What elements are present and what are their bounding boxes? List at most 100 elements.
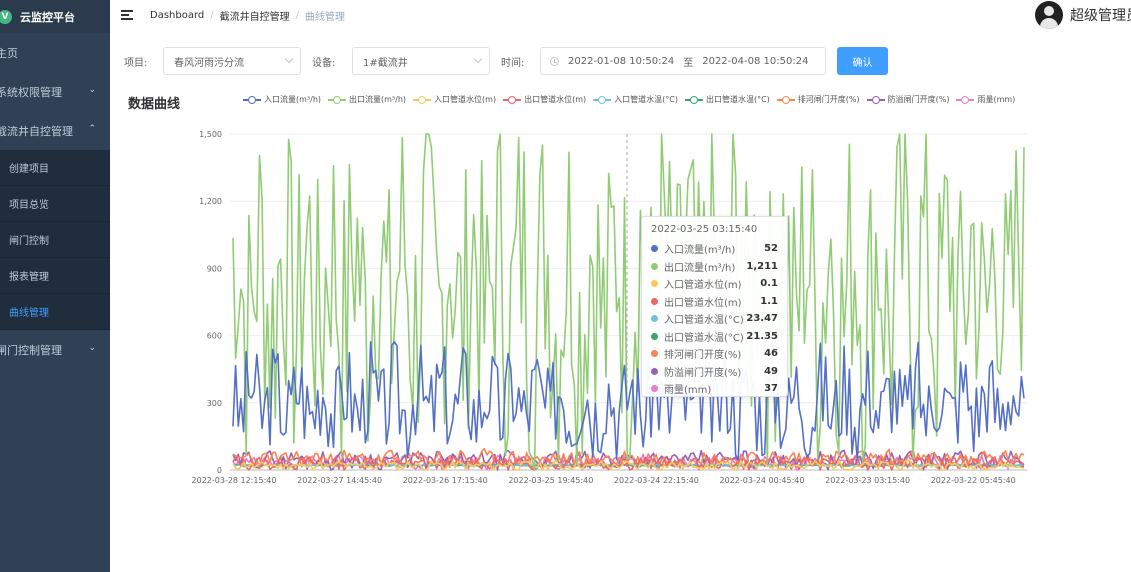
chevron-down-icon: ⌄	[88, 343, 96, 353]
hamburger-icon[interactable]	[121, 10, 133, 20]
tooltip-series-name: 出口管道水温(°C)	[664, 332, 744, 344]
tooltip-value: 1,211	[746, 260, 778, 272]
device-select[interactable]: 1#截流井	[352, 47, 490, 75]
tooltip-dot	[651, 262, 658, 270]
user-menu[interactable]: 超级管理员	[1035, 0, 1131, 30]
y-tick-label: 1,500	[199, 130, 222, 139]
submenu: 创建项目 项目总览 闸门控制 报表管理 曲线管理	[0, 150, 110, 330]
logo[interactable]: V 云监控平台	[0, 0, 110, 33]
sidebar-item-label: 系统权限管理	[0, 85, 62, 99]
device-select-value: 1#截流井	[363, 57, 408, 69]
tooltip-dot	[651, 332, 658, 340]
sidebar-item-permissions[interactable]: 系统权限管理 ⌄	[0, 72, 110, 111]
range-separator: 至	[683, 57, 694, 69]
tooltip-series-name: 出口管道水位(m)	[664, 297, 742, 309]
breadcrumb-item-current: 曲线管理	[305, 11, 346, 23]
sidebar-item-label: 截流井自控管理	[0, 124, 73, 138]
tooltip-row: 入口管道水位(m) 0.1	[651, 275, 778, 293]
sidebar-item-interception-control[interactable]: 截流井自控管理 ⌃	[0, 111, 110, 150]
tooltip-value: 37	[764, 383, 778, 395]
app-title: 云监控平台	[20, 10, 75, 24]
tooltip-value: 0.1	[760, 278, 778, 290]
sidebar-item-label: 主页	[0, 46, 18, 60]
username[interactable]: 超级管理员	[1070, 5, 1131, 25]
sidebar-item-label: 闸门控制管理	[0, 343, 62, 357]
x-tick-label: 2022-03-27 14:45:40	[297, 476, 382, 485]
breadcrumb-item-dashboard[interactable]: Dashboard	[150, 10, 204, 21]
tooltip-dot	[651, 280, 658, 288]
tooltip-row: 入口流量(m³/h) 52	[651, 240, 778, 258]
x-tick-label: 2022-03-25 19:45:40	[508, 476, 593, 485]
tooltip-dot	[651, 367, 658, 375]
tooltip-dot	[651, 385, 658, 393]
x-tick-label: 2022-03-22 05:45:40	[931, 476, 1016, 485]
project-select-value: 春风河雨污分流	[174, 57, 244, 69]
x-tick-label: 2022-03-23 03:15:40	[825, 476, 910, 485]
confirm-button[interactable]: 确认	[837, 47, 888, 75]
tooltip-series-name: 出口流量(m³/h)	[664, 262, 736, 274]
tooltip-time: 2022-03-25 03:15:40	[651, 224, 758, 235]
sidebar-item-home[interactable]: 主页	[0, 33, 110, 72]
tooltip-row: 出口管道水位(m) 1.1	[651, 293, 778, 311]
x-tick-label: 2022-03-24 00:45:40	[720, 476, 805, 485]
line-chart[interactable]: 0 300 600 900 1,200 1,500 2022-03-28 12:15:40 2…	[110, 88, 1131, 498]
chart-tooltip: 2022-03-25 03:15:40 入口流量(m³/h) 52 出口流量(m³/…	[641, 216, 788, 397]
x-tick-label: 2022-03-26 17:15:40	[403, 476, 488, 485]
tooltip-row: 防溢闸门开度(%) 49	[651, 363, 778, 381]
sidebar-item-gate-management[interactable]: 闸门控制管理 ⌄	[0, 330, 110, 369]
date-range-picker[interactable]: 2022-01-08 10:50:24 至 2022-04-08 10:50:2…	[540, 47, 826, 75]
project-label: 项目:	[124, 58, 148, 69]
chevron-up-icon: ⌃	[88, 124, 96, 134]
filter-bar: 项目: 春风河雨污分流 设备: 1#截流井 时间: 2022-01-08 10:…	[110, 47, 1131, 75]
chevron-down-icon	[284, 54, 294, 64]
navbar: Dashboard / 截流井自控管理 / 曲线管理 超级管理员	[110, 0, 1131, 30]
logo-icon: V	[0, 9, 12, 24]
tooltip-series-name: 入口流量(m³/h)	[664, 245, 736, 257]
y-tick-label: 0	[217, 466, 222, 475]
tooltip-dot	[651, 350, 658, 358]
sidebar-item-gate-control[interactable]: 闸门控制	[0, 222, 110, 258]
breadcrumb-separator: /	[210, 9, 214, 21]
tooltip-value: 49	[764, 365, 778, 377]
sidebar-item-curves[interactable]: 曲线管理	[0, 294, 110, 330]
y-tick-label: 600	[207, 332, 222, 341]
breadcrumb-item-interception[interactable]: 截流井自控管理	[220, 8, 290, 23]
sidebar-item-reports[interactable]: 报表管理	[0, 258, 110, 294]
tooltip-series-name: 排河闸门开度(%)	[664, 350, 742, 362]
tooltip-dot	[651, 297, 658, 305]
avatar[interactable]	[1035, 1, 1063, 29]
tooltip-row: 雨量(mm) 37	[651, 380, 778, 398]
sidebar-item-project-overview[interactable]: 项目总览	[0, 186, 110, 222]
sidebar-item-create-project[interactable]: 创建项目	[0, 150, 110, 186]
project-select[interactable]: 春风河雨污分流	[163, 47, 301, 75]
chevron-down-icon: ⌄	[88, 85, 96, 95]
breadcrumb: Dashboard / 截流井自控管理 / 曲线管理	[150, 8, 345, 23]
tooltip-value: 1.1	[760, 295, 778, 307]
start-date-input[interactable]: 2022-01-08 10:50:24	[568, 56, 674, 67]
time-label: 时间:	[501, 58, 525, 69]
series-line	[232, 341, 1025, 461]
tooltip-value: 52	[764, 243, 778, 255]
tooltip-value: 46	[764, 348, 778, 360]
tooltip-value: 21.35	[746, 330, 778, 342]
tooltip-row: 出口流量(m³/h) 1,211	[651, 258, 778, 276]
chevron-down-icon	[473, 54, 483, 64]
tooltip-series-name: 防溢闸门开度(%)	[664, 367, 742, 379]
x-tick-label: 2022-03-28 12:15:40	[192, 476, 277, 485]
sidebar: V 云监控平台 主页 系统权限管理 ⌄ 截流井自控管理 ⌃ 创建项目 项目总览 …	[0, 0, 110, 572]
x-tick-label: 2022-03-24 22:15:40	[614, 476, 699, 485]
device-label: 设备:	[312, 58, 336, 69]
clock-icon	[550, 56, 559, 66]
y-tick-label: 300	[207, 399, 222, 408]
tooltip-series-name: 入口管道水温(°C)	[664, 315, 744, 327]
tooltip-series-name: 雨量(mm)	[664, 385, 712, 397]
tooltip-row: 入口管道水温(°C) 23.47	[651, 310, 778, 328]
tooltip-dot	[651, 315, 658, 323]
tooltip-dot	[651, 245, 658, 253]
tooltip-row: 出口管道水温(°C) 21.35	[651, 328, 778, 346]
tooltip-value: 23.47	[746, 313, 778, 325]
tooltip-series-name: 入口管道水位(m)	[664, 280, 742, 292]
y-tick-label: 1,200	[199, 197, 222, 206]
end-date-input[interactable]: 2022-04-08 10:50:24	[702, 56, 808, 67]
y-tick-label: 900	[207, 264, 222, 273]
